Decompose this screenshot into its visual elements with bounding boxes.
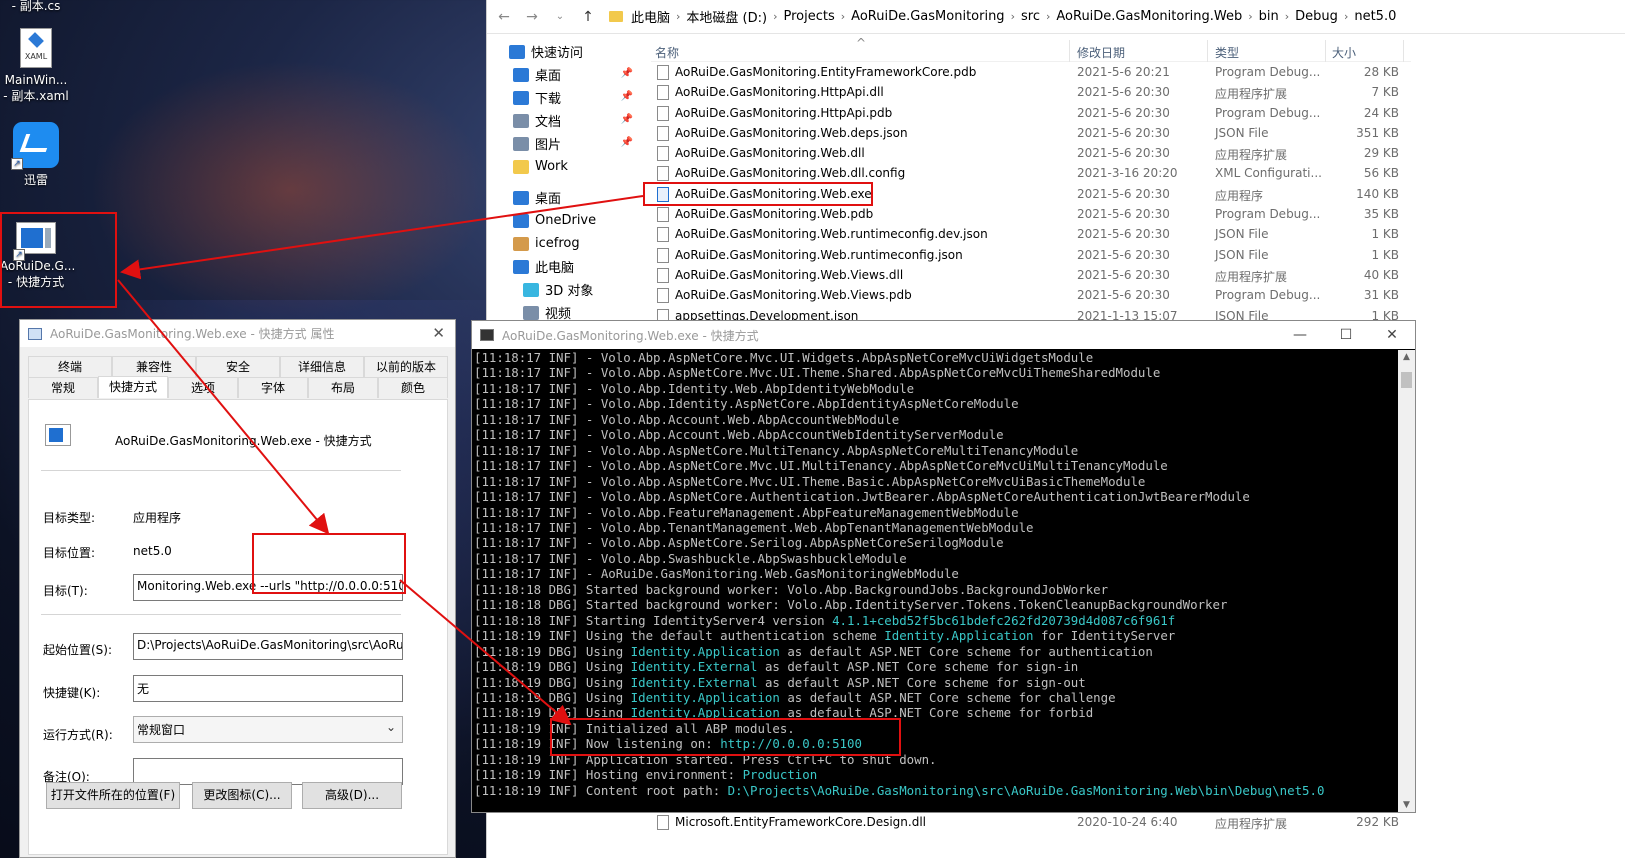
- annotation-arrow: [399, 579, 572, 726]
- annotation-arrow: [120, 195, 644, 280]
- annotation-arrow: [117, 279, 330, 535]
- annotation-arrows: [117, 195, 644, 726]
